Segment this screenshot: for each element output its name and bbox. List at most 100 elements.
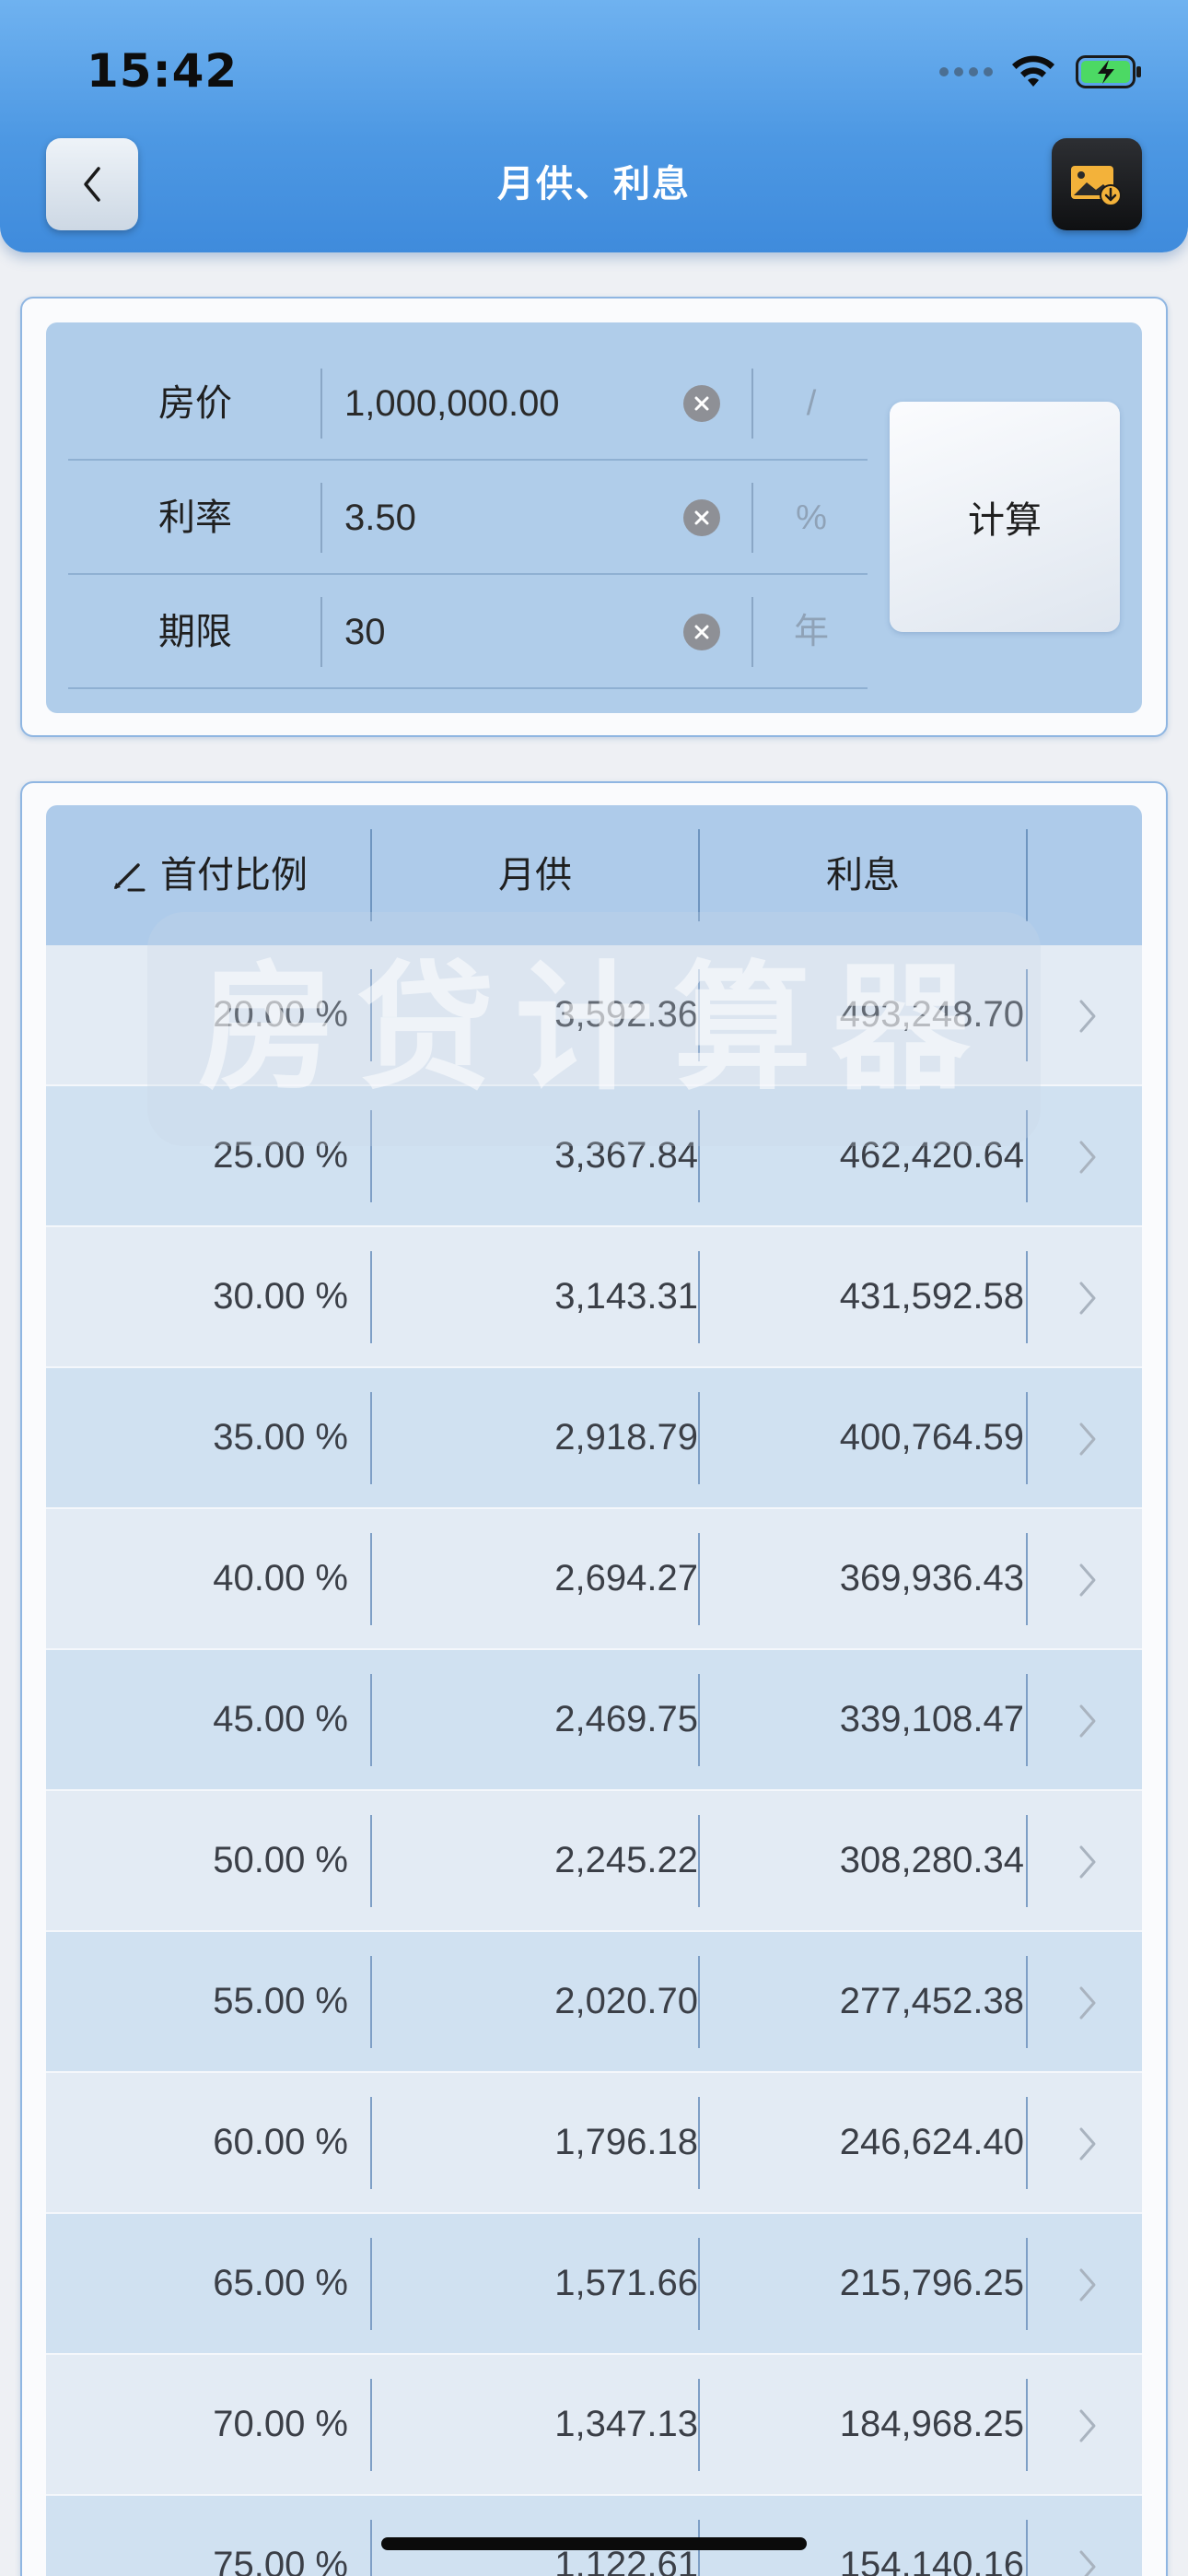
rate-label: 利率 <box>158 497 232 539</box>
results-table-body: 20.00 % 3,592.36 493,248.70 25.00 % 3,367.84… <box>46 945 1142 2576</box>
divider <box>751 369 753 439</box>
table-row[interactable]: 70.00 % 1,347.13 184,968.25 <box>46 2355 1142 2496</box>
divider <box>1026 1392 1028 1484</box>
table-row[interactable]: 75.00 % 1,122.61 154,140.16 <box>46 2496 1142 2576</box>
divider <box>370 1251 372 1343</box>
monthly-payment-cell: 1,571.66 <box>554 2263 698 2303</box>
table-row[interactable]: 55.00 % 2,020.70 277,452.38 <box>46 1932 1142 2073</box>
down-payment-cell: 45.00 % <box>213 1699 348 1739</box>
price-input[interactable] <box>344 367 731 440</box>
divider <box>1026 969 1028 1061</box>
interest-cell: 400,764.59 <box>839 1417 1024 1458</box>
divider <box>698 1956 700 2048</box>
monthly-payment-cell: 1,796.18 <box>554 2122 698 2162</box>
divider <box>1026 1956 1028 2048</box>
divider <box>1026 1674 1028 1766</box>
divider <box>1026 1110 1028 1202</box>
term-unit: 年 <box>793 613 829 651</box>
divider <box>320 483 322 553</box>
clear-icon[interactable] <box>683 385 720 422</box>
interest-cell: 277,452.38 <box>839 1981 1024 2021</box>
table-row[interactable]: 50.00 % 2,245.22 308,280.34 <box>46 1791 1142 1932</box>
table-row[interactable]: 45.00 % 2,469.75 339,108.47 <box>46 1650 1142 1791</box>
down-payment-cell: 75.00 % <box>213 2545 348 2576</box>
term-label: 期限 <box>158 611 232 653</box>
chevron-right-icon <box>1079 1282 1096 1315</box>
table-row[interactable]: 60.00 % 1,796.18 246,624.40 <box>46 2073 1142 2214</box>
divider <box>698 1392 700 1484</box>
divider <box>370 1110 372 1202</box>
interest-cell: 246,624.40 <box>839 2122 1024 2162</box>
column-header-down-payment[interactable]: 首付比例 <box>46 805 370 945</box>
chevron-right-icon <box>1079 1845 1096 1879</box>
divider <box>698 1674 700 1766</box>
column-header-interest: 利息 <box>826 854 900 896</box>
divider <box>370 1956 372 2048</box>
down-payment-cell: 50.00 % <box>213 1840 348 1880</box>
interest-cell: 462,420.64 <box>839 1135 1024 1176</box>
battery-charging-icon <box>1076 55 1141 88</box>
form-row-price: 房价 / <box>68 346 868 461</box>
divider <box>698 1533 700 1625</box>
divider <box>751 483 753 553</box>
divider <box>698 2379 700 2471</box>
divider <box>1026 1251 1028 1343</box>
table-row[interactable]: 35.00 % 2,918.79 400,764.59 <box>46 1368 1142 1509</box>
table-header: 首付比例 月供 利息 <box>46 805 1142 945</box>
divider <box>370 969 372 1061</box>
calculate-button[interactable]: 计算 <box>890 402 1120 632</box>
table-row[interactable]: 25.00 % 3,367.84 462,420.64 <box>46 1086 1142 1227</box>
clear-icon[interactable] <box>683 614 720 650</box>
monthly-payment-cell: 3,367.84 <box>554 1135 698 1176</box>
export-image-button[interactable] <box>1052 138 1142 230</box>
divider <box>370 1815 372 1907</box>
monthly-payment-cell: 2,020.70 <box>554 1981 698 2021</box>
divider <box>751 597 753 667</box>
interest-cell: 369,936.43 <box>839 1558 1024 1598</box>
rate-unit: % <box>796 498 827 537</box>
divider <box>370 1674 372 1766</box>
divider <box>320 597 322 667</box>
table-row[interactable]: 65.00 % 1,571.66 215,796.25 <box>46 2214 1142 2355</box>
monthly-payment-cell: 1,347.13 <box>554 2404 698 2444</box>
divider <box>370 2379 372 2471</box>
monthly-payment-cell: 1,122.61 <box>554 2545 698 2576</box>
rate-input[interactable] <box>344 481 731 555</box>
divider <box>370 1392 372 1484</box>
chevron-right-icon <box>1079 1423 1096 1456</box>
table-row[interactable]: 30.00 % 3,143.31 431,592.58 <box>46 1227 1142 1368</box>
interest-cell: 431,592.58 <box>839 1276 1024 1317</box>
divider <box>370 2097 372 2189</box>
chevron-right-icon <box>1079 2550 1096 2576</box>
divider <box>1026 2238 1028 2330</box>
table-row[interactable]: 40.00 % 2,694.27 369,936.43 <box>46 1509 1142 1650</box>
chevron-right-icon <box>1079 2409 1096 2442</box>
down-payment-cell: 40.00 % <box>213 1558 348 1598</box>
divider <box>370 2238 372 2330</box>
chevron-right-icon <box>1079 1986 1096 2020</box>
table-row[interactable]: 20.00 % 3,592.36 493,248.70 <box>46 945 1142 1086</box>
pencil-icon <box>114 863 146 892</box>
price-label: 房价 <box>158 382 232 425</box>
wifi-icon <box>1012 55 1054 87</box>
monthly-payment-cell: 2,245.22 <box>554 1840 698 1880</box>
form-row-term: 期限 年 <box>68 575 868 689</box>
clear-icon[interactable] <box>683 499 720 536</box>
divider <box>698 2097 700 2189</box>
term-input[interactable] <box>344 595 731 669</box>
monthly-payment-cell: 3,143.31 <box>554 1276 698 1317</box>
interest-cell: 184,968.25 <box>839 2404 1024 2444</box>
monthly-payment-cell: 2,469.75 <box>554 1699 698 1739</box>
divider <box>698 1251 700 1343</box>
interest-cell: 339,108.47 <box>839 1699 1024 1739</box>
divider <box>320 369 322 439</box>
status-time: 15:42 <box>87 44 239 98</box>
image-download-icon <box>1071 166 1122 206</box>
divider <box>698 1110 700 1202</box>
divider <box>698 969 700 1061</box>
chevron-right-icon <box>1079 1563 1096 1597</box>
monthly-payment-cell: 2,918.79 <box>554 1417 698 1458</box>
monthly-payment-cell: 2,694.27 <box>554 1558 698 1598</box>
down-payment-cell: 20.00 % <box>213 994 348 1035</box>
chevron-right-icon <box>1079 2127 1096 2160</box>
